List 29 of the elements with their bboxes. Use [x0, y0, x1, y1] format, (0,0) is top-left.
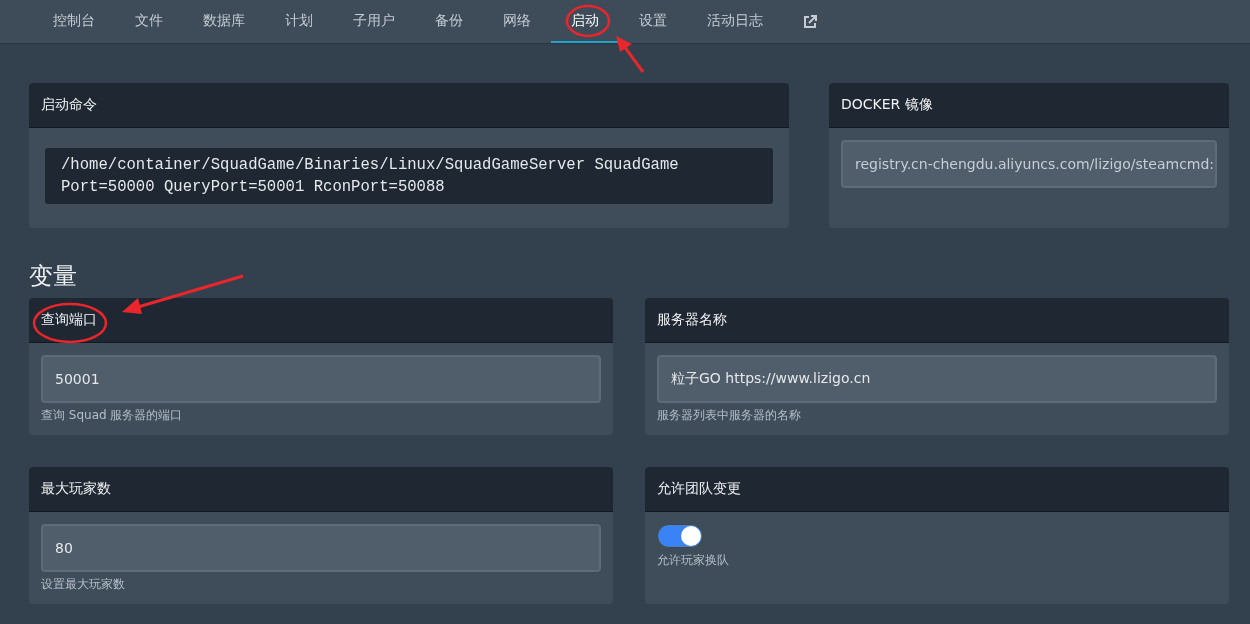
annotation-arrow [616, 36, 645, 73]
field-description: 查询 Squad 服务器的端口 [41, 407, 184, 424]
card-title: 启动命令 [29, 83, 789, 128]
field-description: 服务器列表中服务器的名称 [657, 407, 802, 424]
nav-tab[interactable]: 文件 [115, 0, 183, 43]
nav-tab[interactable]: 计划 [265, 0, 333, 43]
field-description: 允许玩家换队 [657, 552, 730, 569]
card-title: 最大玩家数 [29, 467, 613, 512]
nav-tab[interactable]: 活动日志 [687, 0, 783, 43]
external-link-icon[interactable] [803, 14, 817, 29]
command-code-block: /home/container/SquadGame/Binaries/Linux/SquadGameServer SquadGame Port=50000 QueryPort=50001 RconPort=50088 [45, 148, 773, 204]
docker-image-field[interactable]: registry.cn-chengdu.aliyuncs.com/lizigo/steamcmd: [841, 140, 1217, 188]
toggle-switch[interactable] [657, 524, 703, 548]
variable-input[interactable]: 50001 [41, 355, 601, 403]
card-title: 查询端口 [29, 298, 613, 343]
section-heading: 变量 [29, 261, 78, 292]
nav-tab[interactable]: 子用户 [333, 0, 415, 43]
annotation-circle [565, 4, 611, 38]
nav-tab[interactable]: 设置 [619, 0, 687, 43]
nav-tab[interactable]: 控制台 [33, 0, 115, 43]
nav-tab[interactable]: 备份 [415, 0, 483, 43]
field-description: 设置最大玩家数 [41, 576, 126, 593]
card-title: 服务器名称 [645, 298, 1229, 343]
card-title: DOCKER 镜像 [829, 83, 1229, 128]
nav-tab[interactable]: 网络 [483, 0, 551, 43]
variable-input[interactable]: 粒子GO https://www.lizigo.cn [657, 355, 1217, 403]
variable-input[interactable]: 80 [41, 524, 601, 572]
card-title: 允许团队变更 [645, 467, 1229, 512]
nav-tab[interactable]: 数据库 [183, 0, 265, 43]
